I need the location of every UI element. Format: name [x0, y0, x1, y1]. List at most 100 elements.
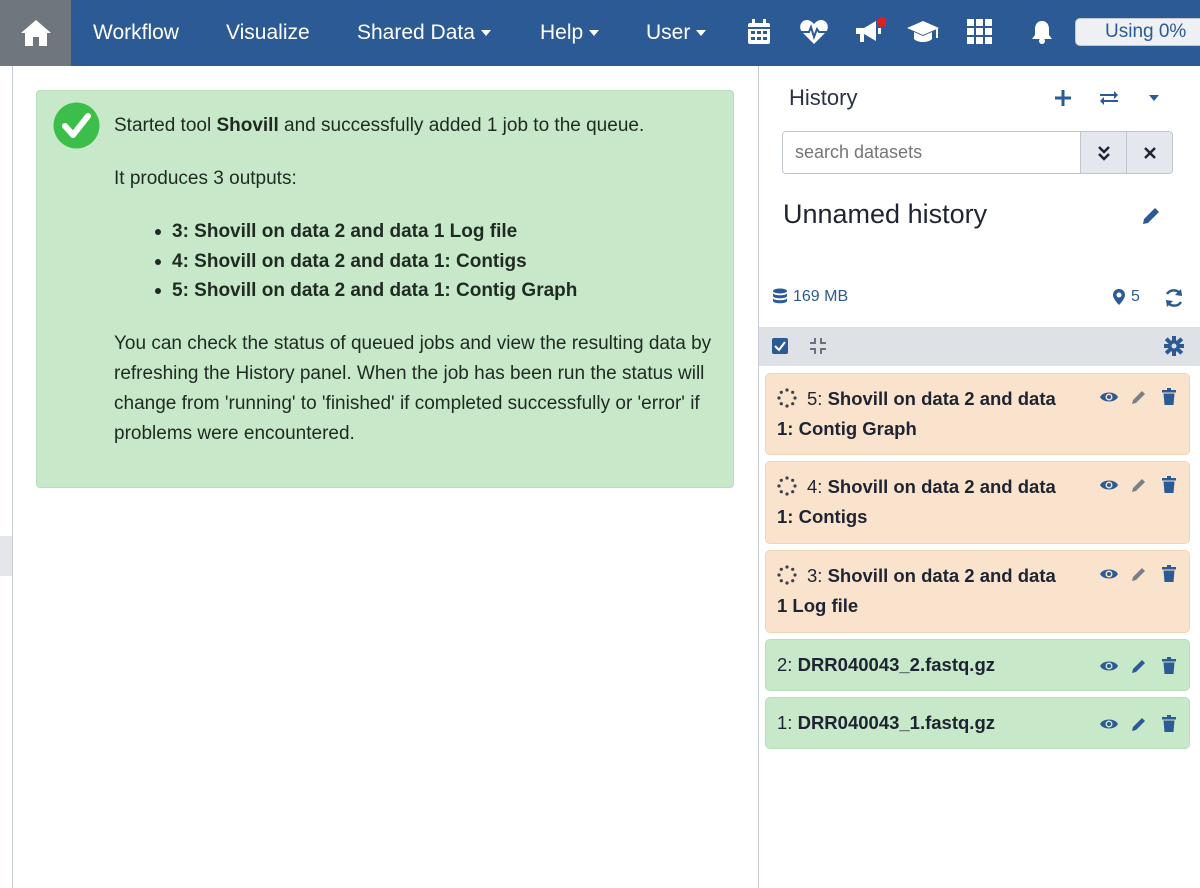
- trash-icon[interactable]: [1158, 713, 1179, 734]
- eye-icon[interactable]: [1098, 655, 1119, 676]
- dataset-item[interactable]: 2: DRR040043_2.fastq.gz: [765, 639, 1190, 691]
- dataset-hid: 5:: [807, 388, 823, 409]
- switch-history-button[interactable]: [1094, 83, 1124, 113]
- nav-visualize-label: Visualize: [226, 21, 310, 44]
- dataset-item[interactable]: 3: Shovill on data 2 and data 1 Log file: [765, 550, 1190, 633]
- eye-icon[interactable]: [1098, 474, 1119, 495]
- dataset-name-cont: 1: Contig Graph: [777, 418, 917, 439]
- eye-icon[interactable]: [1098, 386, 1119, 407]
- pencil-icon[interactable]: [1128, 713, 1149, 734]
- advanced-search-button[interactable]: [1080, 132, 1126, 173]
- pencil-icon[interactable]: [1128, 655, 1149, 676]
- nav-visualize[interactable]: Visualize: [226, 0, 310, 66]
- size-label: 169 MB: [793, 288, 849, 305]
- nav-user-label: User: [646, 21, 691, 44]
- double-chevron-down-icon: [1097, 145, 1110, 161]
- trash-icon[interactable]: [1158, 655, 1179, 676]
- calendar-icon[interactable]: [741, 14, 777, 50]
- nav-help-label: Help: [540, 21, 584, 44]
- check-circle-icon: [53, 102, 100, 149]
- output-item: 4: Shovill on data 2 and data 1: Contigs: [155, 247, 714, 277]
- heartbeat-icon[interactable]: [796, 14, 832, 50]
- history-options-button[interactable]: [1139, 83, 1169, 113]
- clear-search-button[interactable]: [1126, 132, 1172, 173]
- history-toolbar: [759, 327, 1200, 366]
- dataset-item[interactable]: 4: Shovill on data 2 and data 1: Contigs: [765, 461, 1190, 544]
- dataset-actions: [1098, 563, 1179, 584]
- search-input[interactable]: [783, 132, 1080, 173]
- spinner-icon: [777, 476, 797, 496]
- dataset-actions: [1098, 655, 1179, 676]
- close-icon: [1143, 146, 1156, 159]
- nav-shared-data-label: Shared Data: [357, 21, 475, 44]
- outputs-heading: It produces 3 outputs:: [114, 168, 297, 189]
- quota-label: Using 0%: [1105, 21, 1187, 42]
- pencil-icon[interactable]: [1128, 563, 1149, 584]
- dataset-item[interactable]: 1: DRR040043_1.fastq.gz: [765, 697, 1190, 749]
- dataset-item[interactable]: 5: Shovill on data 2 and data 1: Contig G…: [765, 373, 1190, 455]
- bullhorn-icon[interactable]: [851, 14, 887, 50]
- dataset-name: Shovill on data 2 and data: [827, 476, 1056, 497]
- nav-workflow-label: Workflow: [93, 21, 179, 44]
- history-title: History: [789, 85, 858, 110]
- tool-panel-collapsed: [0, 66, 13, 888]
- history-size[interactable]: 169 MB: [772, 288, 848, 306]
- dataset-title[interactable]: 1: DRR040043_1.fastq.gz: [777, 708, 1097, 738]
- tool-name: Shovill: [216, 115, 279, 136]
- intro-prefix: Started tool: [114, 115, 217, 136]
- panel-drag-handle[interactable]: [0, 536, 12, 576]
- dataset-title[interactable]: 5: Shovill on data 2 and data 1: Contig G…: [777, 384, 1097, 444]
- dataset-hid: 1:: [777, 712, 793, 733]
- alert-message: Started tool Shovill and successfully ad…: [114, 111, 714, 472]
- alert-intro: Started tool Shovill and successfully ad…: [114, 111, 714, 141]
- output-item: 3: Shovill on data 2 and data 1 Log file: [155, 217, 714, 247]
- history-name: Unnamed history: [783, 199, 988, 229]
- gear-icon[interactable]: [1163, 335, 1185, 357]
- output-item: 5: Shovill on data 2 and data 1: Contig …: [155, 276, 714, 306]
- spinner-icon: [777, 565, 797, 585]
- history-panel: History Unnamed history 169 MB 5: [758, 66, 1200, 888]
- home-button[interactable]: [0, 0, 71, 66]
- nav-user[interactable]: User: [646, 0, 707, 66]
- dataset-name-cont: 1 Log file: [777, 595, 859, 616]
- dataset-name-cont: 1: Contigs: [777, 506, 868, 527]
- spinner-icon: [777, 388, 797, 408]
- nav-shared-data[interactable]: Shared Data: [357, 0, 491, 66]
- nav-help[interactable]: Help: [540, 0, 600, 66]
- outputs-list: 3: Shovill on data 2 and data 1 Log file…: [155, 217, 714, 306]
- home-icon: [20, 20, 51, 46]
- eye-icon[interactable]: [1098, 563, 1119, 584]
- check-icon: [774, 341, 786, 352]
- exchange-icon: [1100, 91, 1118, 105]
- eye-icon[interactable]: [1098, 713, 1119, 734]
- select-items-checkbox[interactable]: [772, 338, 788, 354]
- dataset-actions: [1098, 474, 1179, 495]
- count-label: 5: [1131, 288, 1140, 305]
- dataset-hid: 3:: [807, 565, 823, 586]
- bell-icon[interactable]: [1024, 14, 1060, 50]
- trash-icon[interactable]: [1158, 474, 1179, 495]
- graduation-cap-icon[interactable]: [905, 14, 941, 50]
- job-success-alert: Started tool Shovill and successfully ad…: [36, 90, 734, 488]
- dataset-actions: [1098, 386, 1179, 407]
- quota-meter[interactable]: Using 0%: [1075, 18, 1200, 46]
- apps-grid-icon[interactable]: [962, 14, 998, 50]
- create-history-button[interactable]: [1048, 83, 1078, 113]
- map-marker-icon: [1113, 289, 1125, 305]
- trash-icon[interactable]: [1158, 563, 1179, 584]
- chevron-down-icon: [480, 30, 491, 36]
- dataset-name: Shovill on data 2 and data: [827, 565, 1056, 586]
- pencil-icon[interactable]: [1128, 386, 1149, 407]
- refresh-icon[interactable]: [1163, 287, 1185, 309]
- trash-icon[interactable]: [1158, 386, 1179, 407]
- database-icon: [773, 288, 787, 304]
- history-count[interactable]: 5: [1112, 288, 1140, 306]
- pencil-icon[interactable]: [1140, 205, 1162, 227]
- collapse-icon[interactable]: [808, 336, 828, 356]
- nav-workflow[interactable]: Workflow: [93, 0, 179, 66]
- dataset-title[interactable]: 3: Shovill on data 2 and data 1 Log file: [777, 561, 1097, 621]
- dataset-title[interactable]: 2: DRR040043_2.fastq.gz: [777, 650, 1097, 680]
- pencil-icon[interactable]: [1128, 474, 1149, 495]
- dataset-title[interactable]: 4: Shovill on data 2 and data 1: Contigs: [777, 472, 1097, 532]
- caret-down-icon: [1149, 95, 1159, 101]
